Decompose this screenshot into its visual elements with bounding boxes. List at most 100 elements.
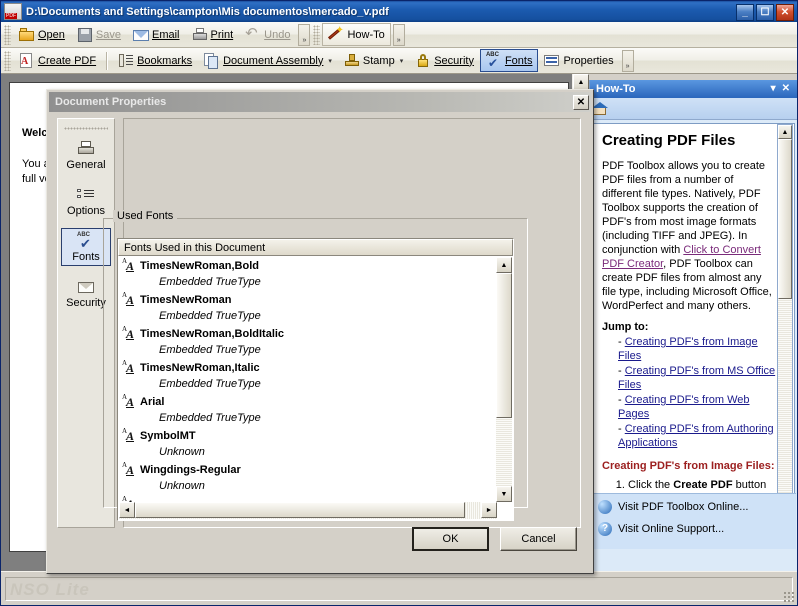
print-button[interactable]: Print — [186, 23, 240, 46]
font-type: Unknown — [159, 446, 205, 458]
scroll-thumb-h-fonts[interactable] — [135, 502, 465, 518]
resize-gripper-icon[interactable] — [783, 591, 795, 603]
visit-online-support-link[interactable]: Visit Online Support... — [598, 522, 790, 536]
howto-button[interactable]: How-To — [322, 23, 391, 46]
open-button[interactable]: Open — [13, 23, 71, 46]
font-name: TimesNewRoman — [140, 293, 232, 306]
envelope-icon-nav — [75, 278, 97, 296]
printer-page-icon — [75, 140, 97, 158]
toolbar1-overflow-button[interactable]: » — [298, 23, 311, 46]
howto-toolbar — [590, 98, 797, 120]
howto-panel-titlebar: How-To ▾ ✕ — [590, 80, 797, 98]
status-bar-inner: NSO Lite — [5, 577, 793, 601]
bookmarks-button[interactable]: Bookmarks — [112, 49, 198, 72]
document-assembly-button[interactable]: Document Assembly ▾ — [198, 49, 338, 72]
list-item[interactable]: Arial — [122, 393, 497, 410]
fonts-list-vertical-scrollbar[interactable]: ▲ ▼ — [496, 257, 512, 502]
list-item[interactable]: TimesNewRoman,Bold — [122, 257, 497, 274]
list-item[interactable]: Wingdings-Regular — [122, 461, 497, 478]
howto-intro-part1: PDF Toolbox allows you to create PDF fil… — [602, 160, 766, 256]
fonts-label: Fonts — [504, 54, 533, 67]
status-bar: NSO Lite — [1, 571, 797, 605]
font-name: Wingdings-Regular — [140, 463, 241, 476]
howto-panel: How-To ▾ ✕ Creating PDF Files PDF Toolbo… — [589, 80, 797, 571]
howto-vertical-scrollbar[interactable]: ▲ ▼ — [777, 124, 793, 512]
list-item[interactable]: SymbolMT — [122, 427, 497, 444]
nav-grip-icon — [64, 127, 108, 130]
scroll-up-icon-fonts[interactable]: ▲ — [496, 257, 512, 273]
list-item-partial[interactable] — [122, 495, 497, 503]
toolbar-grip-icon-2[interactable] — [313, 24, 321, 45]
scroll-thumb-fonts[interactable] — [496, 273, 512, 418]
font-type: Embedded TrueType — [159, 412, 261, 424]
open-label: Open — [38, 28, 65, 41]
scroll-down-icon-fonts[interactable]: ▼ — [496, 486, 512, 502]
list-item[interactable]: TimesNewRoman — [122, 291, 497, 308]
howto-overflow-button[interactable]: » — [392, 23, 405, 46]
font-name: TimesNewRoman,BoldItalic — [140, 327, 285, 340]
font-a-icon — [122, 393, 138, 410]
chevron-down-icon-2[interactable]: ▾ — [400, 57, 404, 65]
jump-link-ms-office[interactable]: Creating PDF's from MS Office Files — [618, 365, 775, 391]
nso-lite-watermark: NSO Lite — [10, 580, 90, 599]
howto-heading: Creating PDF Files — [602, 132, 736, 149]
scroll-up-icon[interactable]: ▲ — [573, 74, 589, 90]
list-item: - Creating PDF's from MS Office Files — [618, 365, 776, 391]
cancel-button[interactable]: Cancel — [500, 527, 577, 551]
security-label: Security — [434, 54, 474, 67]
list-item[interactable]: TimesNewRoman,Italic — [122, 359, 497, 376]
jump-link-authoring-apps[interactable]: Creating PDF's from Authoring Applicatio… — [618, 423, 774, 449]
visit-toolbox-online-link[interactable]: Visit PDF Toolbox Online... — [598, 500, 790, 514]
document-properties-dialog: Document Properties ✕ General Options Fo… — [46, 89, 594, 574]
jump-link-web-pages[interactable]: Creating PDF's from Web Pages — [618, 394, 750, 420]
fonts-list-body[interactable]: TimesNewRoman,Bold Embedded TrueType Tim… — [119, 257, 497, 502]
create-pdf-button[interactable]: Create PDF — [13, 49, 102, 72]
properties-button[interactable]: Properties — [538, 49, 619, 72]
fonts-check-icon-nav — [75, 232, 97, 252]
toolbar2-grip-icon[interactable] — [4, 50, 11, 71]
list-item: - Creating PDF's from Web Pages — [618, 394, 750, 420]
visit-toolbox-online-label: Visit PDF Toolbox Online... — [618, 501, 749, 513]
font-a-icon — [122, 461, 138, 478]
howto-button-label: How-To — [347, 28, 385, 41]
maximize-button[interactable]: ☐ — [756, 4, 774, 21]
chevron-down-icon[interactable]: ▾ — [328, 57, 332, 65]
document-assembly-label: Document Assembly — [223, 54, 324, 67]
fonts-button[interactable]: Fonts — [479, 49, 539, 72]
list-item[interactable]: TimesNewRoman,BoldItalic — [122, 325, 497, 342]
toolbar-grip-icon[interactable] — [4, 24, 11, 45]
window-titlebar: D:\Documents and Settings\campton\Mis do… — [1, 1, 797, 22]
window-controls: _ ☐ ✕ — [736, 4, 794, 21]
dialog-title: Document Properties — [55, 96, 167, 108]
nav-item-options-label: Options — [67, 205, 105, 217]
fonts-list-horizontal-scrollbar[interactable]: ◄ ► — [119, 502, 497, 519]
ok-button[interactable]: OK — [412, 527, 489, 551]
howto-close-icon[interactable]: ✕ — [779, 84, 793, 94]
step1-bold: Create PDF — [673, 479, 733, 491]
security-button[interactable]: Security — [409, 49, 480, 72]
minimize-button[interactable]: _ — [736, 4, 754, 21]
list-item: - Creating PDF's from Authoring Applicat… — [618, 423, 774, 449]
chevron-down-icon-howto[interactable]: ▾ — [768, 84, 779, 94]
save-button[interactable]: Save — [71, 23, 127, 46]
scroll-up-icon-howto[interactable]: ▲ — [778, 125, 792, 139]
nav-item-options[interactable]: Options — [61, 182, 111, 220]
scroll-right-icon-fonts[interactable]: ► — [481, 502, 497, 518]
toolbar2-overflow-button[interactable]: » — [621, 49, 634, 72]
home-icon[interactable] — [592, 101, 608, 117]
stamp-button[interactable]: Stamp ▾ — [338, 49, 409, 72]
font-a-icon — [122, 359, 138, 376]
undo-button[interactable]: Undo — [239, 23, 296, 46]
fonts-check-icon — [486, 52, 502, 70]
close-button[interactable]: ✕ — [776, 4, 794, 21]
stamp-icon — [344, 53, 360, 69]
scroll-left-icon-fonts[interactable]: ◄ — [119, 502, 135, 518]
dialog-close-button[interactable]: ✕ — [573, 94, 589, 110]
nav-item-general[interactable]: General — [61, 136, 111, 174]
jump-link-image-files[interactable]: Creating PDF's from Image Files — [618, 336, 758, 362]
email-button[interactable]: Email — [127, 23, 186, 46]
fonts-list[interactable]: Fonts Used in this Document TimesNewRoma… — [117, 238, 514, 521]
properties-icon — [544, 53, 560, 69]
scroll-thumb-howto[interactable] — [778, 139, 792, 299]
undo-label: Undo — [264, 28, 291, 41]
